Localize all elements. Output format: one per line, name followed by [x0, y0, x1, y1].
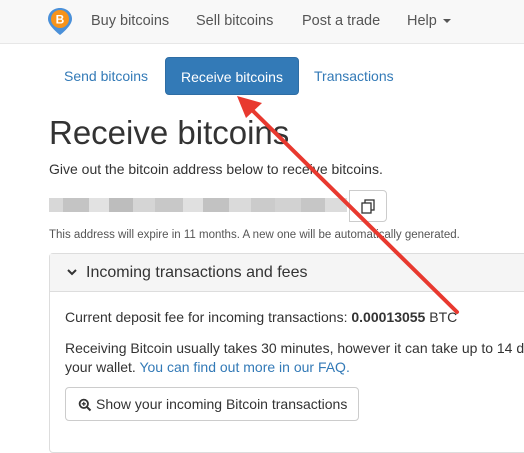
annotation-arrow: [237, 96, 459, 314]
